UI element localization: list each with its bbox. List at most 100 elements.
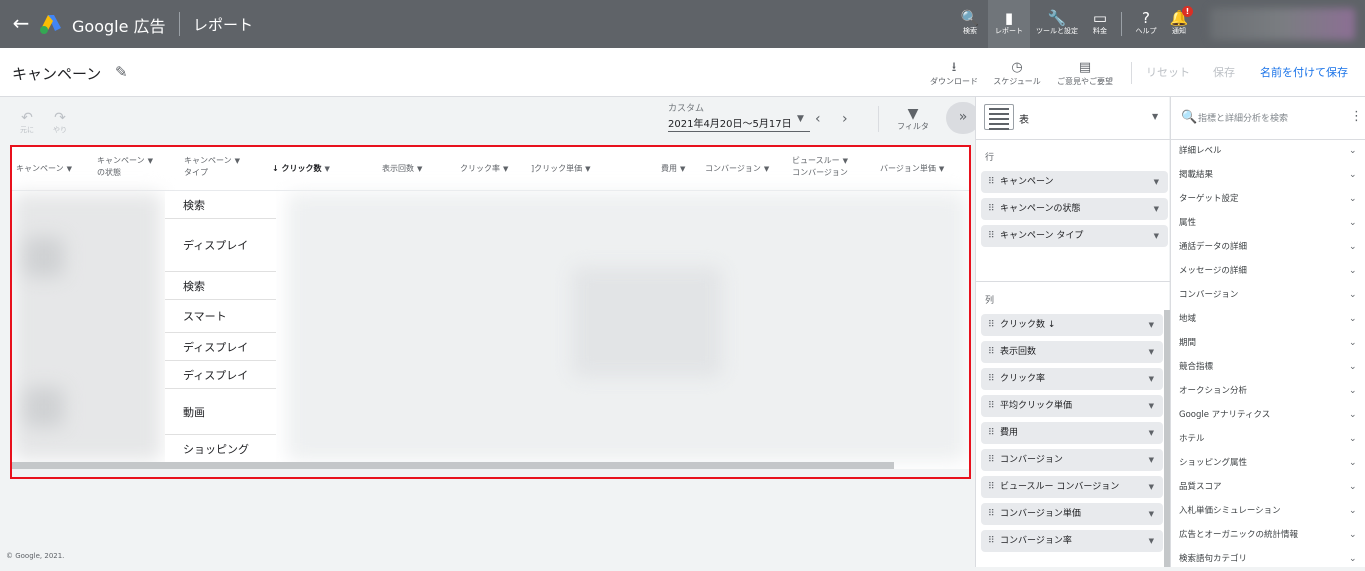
download-button[interactable]: ⭳ ダウンロード [930,60,978,87]
caret-down-icon[interactable]: ▼ [1149,314,1154,336]
column-chip[interactable]: ⠿ 表示回数 ▼ [981,341,1163,363]
save-as-button[interactable]: 名前を付けて保存 [1260,64,1348,80]
dimension-category[interactable]: 期間 ⌄ [1171,331,1365,355]
chevron-down-icon[interactable]: ⌄ [1349,331,1357,355]
drag-handle-icon[interactable]: ⠿ [988,314,995,336]
app-brand[interactable]: Google 広告 [72,13,166,37]
column-chip[interactable]: ⠿ コンバージョン ▼ [981,449,1163,471]
save-button[interactable]: 保存 [1213,64,1235,80]
dimension-search-input[interactable]: 指標と詳細分析を検索 [1198,111,1288,124]
row-chip[interactable]: ⠿ キャンペーンの状態 ▼ [981,198,1168,220]
dimension-category[interactable]: ショッピング属性 ⌄ [1171,451,1365,475]
chevron-down-icon[interactable]: ⌄ [1349,523,1357,547]
more-vert-icon[interactable]: ⋮ [1350,109,1363,124]
caret-down-icon[interactable]: ▼ [1149,341,1154,363]
account-switcher[interactable] [1210,8,1355,40]
chevron-down-icon[interactable]: ⌄ [1349,355,1357,379]
column-chip[interactable]: ⠿ クリック数 ↓ ▼ [981,314,1163,336]
caret-down-icon[interactable]: ▼ [797,114,804,124]
caret-down-icon[interactable]: ▼ [1149,530,1154,552]
back-arrow-icon[interactable]: ← [10,12,32,34]
dimension-category[interactable]: 広告とオーガニックの統計情報 ⌄ [1171,523,1365,547]
caret-down-icon[interactable]: ▼ [1154,198,1159,220]
caret-down-icon[interactable]: ▼ [1149,422,1154,444]
column-chip[interactable]: ⠿ コンバージョン単価 ▼ [981,503,1163,525]
drag-handle-icon[interactable]: ⠿ [988,530,995,552]
report-title[interactable]: キャンペーン [12,63,101,84]
drag-handle-icon[interactable]: ⠿ [988,198,995,220]
drag-handle-icon[interactable]: ⠿ [988,341,995,363]
drag-handle-icon[interactable]: ⠿ [988,395,995,417]
undo-button[interactable]: ↶ 元に [15,111,39,135]
dimension-category[interactable]: 入札単価シミュレーション ⌄ [1171,499,1365,523]
row-chip[interactable]: ⠿ キャンペーン ▼ [981,171,1168,193]
chevron-down-icon[interactable]: ⌄ [1349,475,1357,499]
chevron-down-icon[interactable]: ⌄ [1349,163,1357,187]
chevron-down-icon[interactable]: ⌄ [1349,211,1357,235]
caret-down-icon[interactable]: ▼ [1152,112,1158,121]
pencil-icon[interactable]: ✎ [115,63,128,81]
dimension-category[interactable]: 属性 ⌄ [1171,211,1365,235]
chevron-down-icon[interactable]: ⌄ [1349,235,1357,259]
view-type-select[interactable]: 表 [1019,111,1029,126]
drag-handle-icon[interactable]: ⠿ [988,422,995,444]
table-view-icon[interactable] [984,104,1014,130]
date-range-picker[interactable]: 2021年4月20日～5月17日 [668,115,792,130]
caret-down-icon[interactable]: ▼ [1149,368,1154,390]
chevron-down-icon[interactable]: ⌄ [1349,307,1357,331]
chevron-down-icon[interactable]: ⌄ [1349,283,1357,307]
chevron-down-icon[interactable]: ⌄ [1349,427,1357,451]
dimension-category[interactable]: 詳細レベル ⌄ [1171,139,1365,163]
row-chip[interactable]: ⠿ キャンペーン タイプ ▼ [981,225,1168,247]
column-chip[interactable]: ⠿ コンバージョン率 ▼ [981,530,1163,552]
schedule-button[interactable]: ◷ スケジュール [993,60,1041,87]
drag-handle-icon[interactable]: ⠿ [988,171,995,193]
chevron-down-icon[interactable]: ⌄ [1349,139,1357,163]
chevron-down-icon[interactable]: ⌄ [1349,547,1357,571]
caret-down-icon[interactable]: ▼ [1154,225,1159,247]
filter-button[interactable]: ▼ フィルタ [895,107,931,132]
drag-handle-icon[interactable]: ⠿ [988,368,995,390]
dimension-category[interactable]: 掲載結果 ⌄ [1171,163,1365,187]
feedback-button[interactable]: ▤ ご意見やご要望 [1056,60,1114,87]
dimension-category[interactable]: オークション分析 ⌄ [1171,379,1365,403]
chevron-down-icon[interactable]: ⌄ [1349,187,1357,211]
chevron-left-icon[interactable]: ‹ [815,111,821,127]
drag-handle-icon[interactable]: ⠿ [988,225,995,247]
chevron-down-icon[interactable]: ⌄ [1349,499,1357,523]
column-chip[interactable]: ⠿ 平均クリック単価 ▼ [981,395,1163,417]
drag-handle-icon[interactable]: ⠿ [988,503,995,525]
caret-down-icon[interactable]: ▼ [1149,395,1154,417]
search-button[interactable]: 🔍 検索 [953,0,987,48]
dimension-category[interactable]: 品質スコア ⌄ [1171,475,1365,499]
dimension-category[interactable]: 通話データの詳細 ⌄ [1171,235,1365,259]
column-chip[interactable]: ⠿ クリック率 ▼ [981,368,1163,390]
chevron-down-icon[interactable]: ⌄ [1349,403,1357,427]
column-chip[interactable]: ⠿ ビュースルー コンバージョン ▼ [981,476,1163,498]
reset-button[interactable]: リセット [1146,64,1190,80]
redo-button[interactable]: ↷ やり [48,111,72,135]
dimension-category[interactable]: メッセージの詳細 ⌄ [1171,259,1365,283]
caret-down-icon[interactable]: ▼ [1149,476,1154,498]
chevron-down-icon[interactable]: ⌄ [1349,379,1357,403]
chevron-right-icon[interactable]: › [842,111,848,127]
caret-down-icon[interactable]: ▼ [1149,449,1154,471]
dimension-category[interactable]: 競合指標 ⌄ [1171,355,1365,379]
caret-down-icon[interactable]: ▼ [1149,503,1154,525]
billing-button[interactable]: ▭ 料金 [1085,0,1115,48]
dimension-category[interactable]: ターゲット設定 ⌄ [1171,187,1365,211]
dimension-category[interactable]: 地域 ⌄ [1171,307,1365,331]
dimension-category[interactable]: 検索語句カテゴリ ⌄ [1171,547,1365,571]
dimension-category[interactable]: ホテル ⌄ [1171,427,1365,451]
chevron-down-icon[interactable]: ⌄ [1349,451,1357,475]
caret-down-icon[interactable]: ▼ [1154,171,1159,193]
drag-handle-icon[interactable]: ⠿ [988,449,995,471]
help-button[interactable]: ? ヘルプ [1130,0,1162,48]
reports-button[interactable]: ▮ レポート [988,0,1030,48]
tools-button[interactable]: 🔧 ツールと設定 [1036,0,1078,48]
chevron-down-icon[interactable]: ⌄ [1349,259,1357,283]
column-chip[interactable]: ⠿ 費用 ▼ [981,422,1163,444]
dimension-category[interactable]: Google アナリティクス ⌄ [1171,403,1365,427]
drag-handle-icon[interactable]: ⠿ [988,476,995,498]
dimension-category[interactable]: コンバージョン ⌄ [1171,283,1365,307]
